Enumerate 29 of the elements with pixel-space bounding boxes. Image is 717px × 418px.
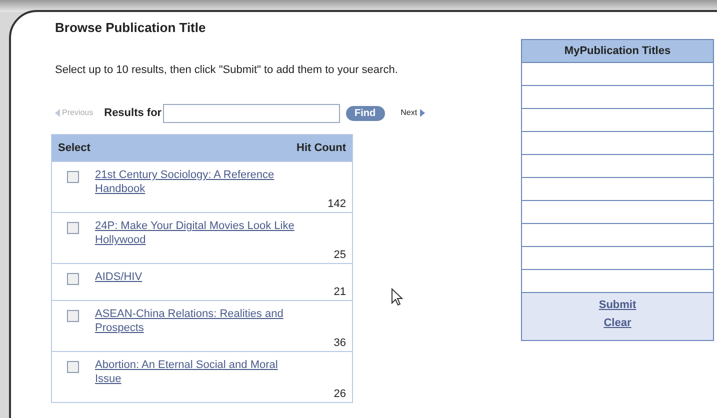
checkbox[interactable] (67, 222, 79, 234)
checkbox[interactable] (67, 361, 79, 373)
hit-count: 36 (334, 336, 346, 350)
hit-count: 142 (328, 197, 346, 211)
action-link[interactable]: Clear (604, 315, 632, 331)
hit-count: 25 (334, 248, 346, 262)
hit-count: 26 (334, 387, 346, 401)
action-link[interactable]: Submit (598, 297, 636, 313)
publication-link[interactable]: 24P: Make Your Digital Movies Look Like Hollywood (95, 219, 295, 247)
my-titles-heading: MyPublication Titles (522, 40, 713, 63)
hit-count: 21 (334, 285, 346, 299)
checkbox[interactable] (67, 171, 79, 183)
publication-link[interactable]: AIDS/HIV (95, 270, 295, 284)
column-header: Select (58, 140, 90, 156)
page-title: Browse Publication Title (55, 19, 207, 37)
search-field[interactable] (162, 104, 340, 122)
checkbox[interactable] (67, 310, 79, 322)
left-arrow-icon (55, 109, 60, 117)
instructions-text: Select up to 10 results, then click "Submit" to add them to your search. (55, 62, 399, 78)
publication-link[interactable]: ASEAN-China Relations: Realities and Prospects (95, 307, 295, 335)
publication-link[interactable]: Abortion: An Eternal Social and Moral Issue (95, 358, 295, 386)
next-button[interactable]: Next (400, 107, 426, 119)
results-for-label: Results for (104, 106, 162, 121)
publication-link[interactable]: 21st Century Sociology: A Reference Handbook (95, 168, 295, 196)
column-header: Hit Count (296, 140, 346, 156)
mouse-pointer-icon (391, 288, 403, 306)
checkbox[interactable] (67, 273, 79, 285)
find-button[interactable]: Find (346, 106, 385, 120)
right-arrow-icon (420, 109, 426, 117)
